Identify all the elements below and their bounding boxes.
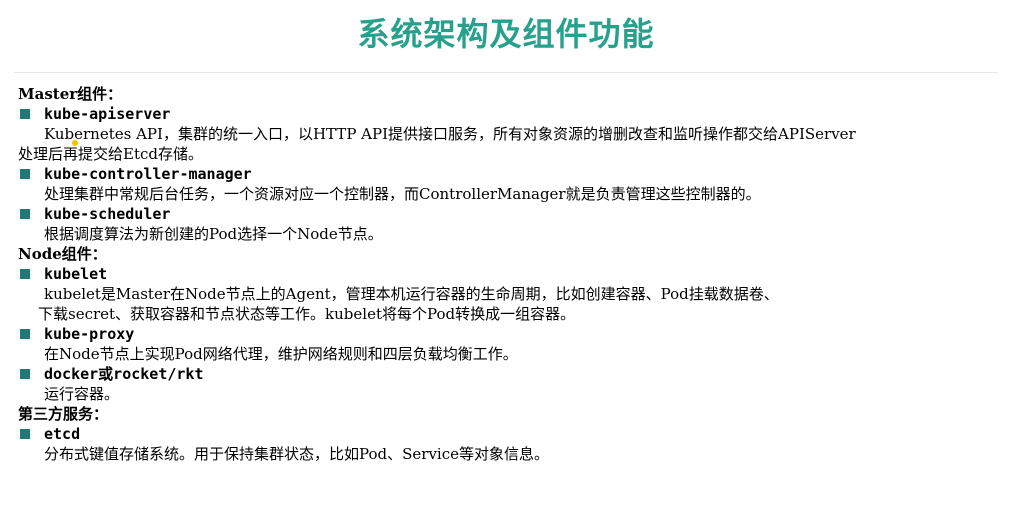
component-name: kube-scheduler [44,205,171,223]
component-name: kube-proxy [44,325,135,343]
square-bullet-icon [20,369,30,379]
section-heading-node: Node组件： [18,245,107,263]
square-bullet-icon [20,169,30,179]
component-name: kubelet [44,265,108,283]
slide-title: 系统架构及组件功能 [357,15,655,53]
component-description: kubelet是Master在Node节点上的Agent，管理本机运行容器的生命… [44,285,779,303]
component-etcd: etcd [18,424,1008,444]
component-kube-scheduler: kube-scheduler [18,204,1008,224]
component-name: kube-apiserver [44,105,171,123]
component-kubelet: kubelet [18,264,1008,284]
component-description-continued: 处理后再提交给Etcd存储。 [18,145,203,163]
component-description: 在Node节点上实现Pod网络代理，维护网络规则和四层负载均衡工作。 [44,345,518,363]
square-bullet-icon [20,269,30,279]
slide-content: Master组件： kube-apiserver Kubernetes API，… [18,84,1008,464]
component-name: etcd [44,425,81,443]
section-heading-third-party: 第三方服务： [18,405,109,423]
component-description: 分布式键值存储系统。用于保持集群状态，比如Pod、Service等对象信息。 [44,445,549,463]
component-container-runtime: docker或rocket/rkt [18,364,1008,384]
section-heading-master: Master组件： [18,85,123,103]
square-bullet-icon [20,429,30,439]
component-kube-controller-manager: kube-controller-manager [18,164,1008,184]
square-bullet-icon [20,209,30,219]
square-bullet-icon [20,109,30,119]
title-divider [14,72,998,73]
component-kube-apiserver: kube-apiserver [18,104,1008,124]
component-name: docker或rocket/rkt [44,365,204,383]
square-bullet-icon [20,329,30,339]
component-description-continued: 下载secret、获取容器和节点状态等工作。kubelet将每个Pod转换成一组… [38,305,576,323]
component-description: 根据调度算法为新创建的Pod选择一个Node节点。 [44,225,383,243]
slide: 系统架构及组件功能 Master组件： kube-apiserver Kuber… [0,0,1012,510]
component-kube-proxy: kube-proxy [18,324,1008,344]
component-name: kube-controller-manager [44,165,252,183]
component-description: 运行容器。 [44,385,120,403]
mouse-cursor-icon [72,140,78,146]
component-description: 处理集群中常规后台任务，一个资源对应一个控制器，而ControllerManag… [44,185,761,203]
component-description: Kubernetes API，集群的统一入口，以HTTP API提供接口服务，所… [44,125,856,143]
